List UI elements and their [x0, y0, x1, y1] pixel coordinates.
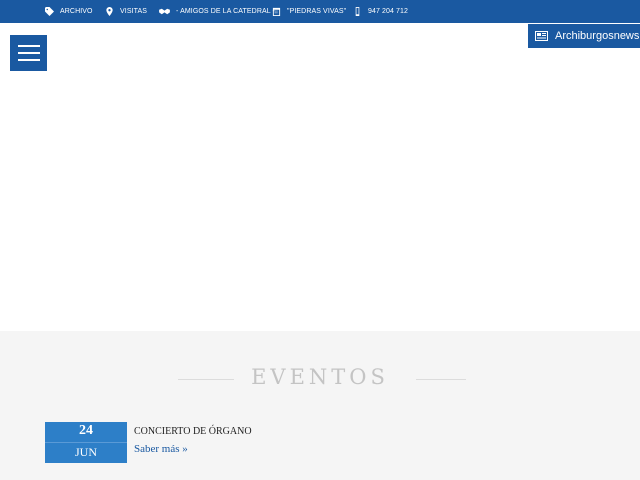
map-pin-icon: [106, 7, 113, 16]
calendar-icon: [272, 7, 281, 16]
archiburgosnews-label: Archiburgosnews: [555, 30, 640, 42]
nav-archivo-label: ARCHIVO: [60, 8, 93, 15]
hamburger-menu-icon: [17, 45, 40, 47]
hamburger-menu-icon-line: [17, 52, 40, 54]
nav-amigos-catedral[interactable]: - AMIGOS DE LA CATEDRAL -: [159, 0, 275, 23]
nav-visitas[interactable]: VISITAS: [105, 0, 147, 23]
event-month: JUN: [74, 445, 97, 459]
nav-visitas-label: VISITAS: [120, 8, 148, 15]
hamburger-menu-icon-line: [17, 59, 40, 61]
events-title-rule-right: [416, 379, 466, 380]
nav-archivo[interactable]: ARCHIVO: [45, 0, 93, 23]
phone-icon: [355, 7, 360, 16]
nav-piedras-vivas-label: "PIEDRAS VIVAS": [287, 8, 347, 15]
nav-piedras-vivas[interactable]: "PIEDRAS VIVAS": [272, 0, 346, 23]
tag-icon: [45, 7, 54, 16]
event-saber-mas-link[interactable]: Saber más »: [134, 443, 188, 455]
handshake-icon: [159, 8, 170, 15]
top-bar: ARCHIVO VISITAS - AMIGOS DE LA CATEDRAL …: [0, 0, 640, 23]
hamburger-menu-button[interactable]: [10, 35, 47, 71]
nav-phone[interactable]: 947 204 712: [353, 0, 408, 23]
event-date-badge: 24 JUN: [45, 422, 127, 463]
newspaper-icon: [535, 31, 548, 41]
archiburgosnews-button[interactable]: Archiburgosnews: [528, 24, 640, 48]
event-title: CONCIERTO DE ÓRGANO: [134, 426, 252, 437]
nav-phone-label: 947 204 712: [368, 8, 409, 15]
event-date-divider: [45, 442, 127, 443]
nav-amigos-catedral-label: - AMIGOS DE LA CATEDRAL -: [176, 8, 275, 15]
events-title: EVENTOS: [251, 365, 389, 389]
event-day: 24: [79, 423, 93, 438]
